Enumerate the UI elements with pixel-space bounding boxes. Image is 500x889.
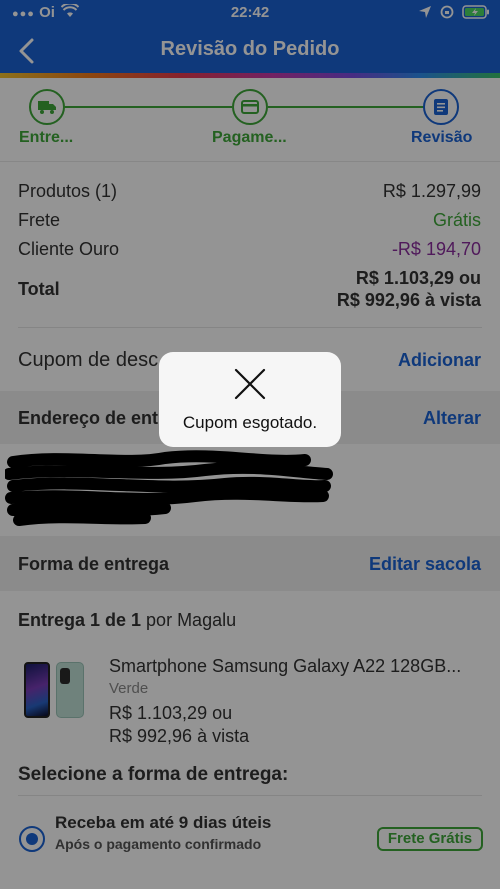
close-icon — [234, 368, 266, 400]
toast-message: Cupom esgotado. — [182, 413, 318, 432]
coupon-toast: Cupom esgotado. — [159, 352, 341, 447]
